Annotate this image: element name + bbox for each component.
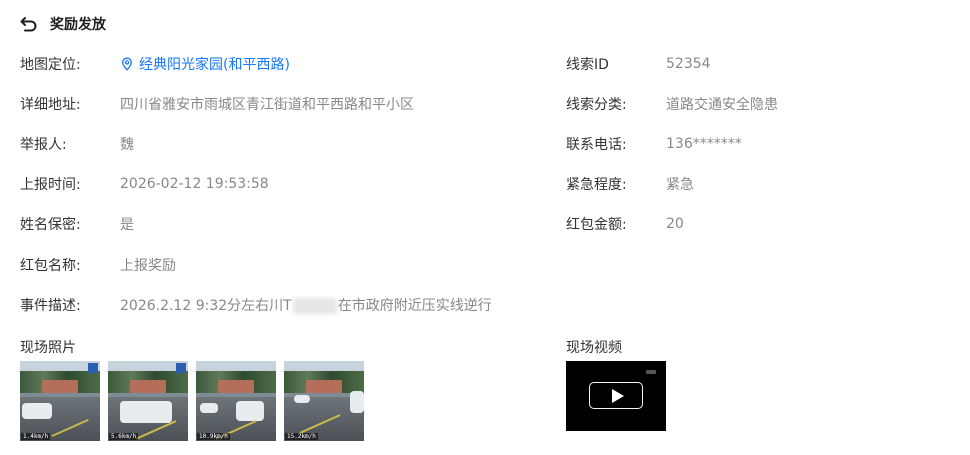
field-event-description: 事件描述: 2026.2.12 9:32分左右川T 在市政府附近压实线逆行 [20,295,492,315]
play-icon [611,388,624,403]
scene-photos: 1.4km/h 5.6km/h 10.9km/h 15.2km/h [20,361,364,441]
field-label: 事件描述: [20,298,81,314]
address-value: 四川省雅安市雨城区青江街道和平西路和平小区 [120,97,414,113]
field-label: 上报时间: [20,177,81,193]
photo-stamp: 10.9km/h [197,433,230,440]
field-map-location: 地图定位: 经典阳光家园(和平西路) [20,54,290,74]
field-label: 姓名保密: [20,217,81,233]
field-label: 地图定位: [20,57,81,73]
contact-phone-value: 136******* [666,136,742,152]
field-clue-id: 线索ID 52354 [566,54,711,74]
clue-id-value: 52354 [666,56,711,72]
scene-photo-1[interactable]: 1.4km/h [20,361,100,441]
urgency-value: 紧急 [666,177,694,193]
field-label: 联系电话: [566,137,627,153]
report-time-value: 2026-02-12 19:53:58 [120,176,269,192]
name-confidential-value: 是 [120,217,134,233]
video-indicator [646,370,656,374]
location-pin-icon [122,57,132,71]
field-address: 详细地址: 四川省雅安市雨城区青江街道和平西路和平小区 [20,94,414,114]
field-label: 线索分类: [566,97,627,113]
redpacket-name-value: 上报奖励 [120,258,176,274]
field-urgency: 紧急程度: 紧急 [566,174,694,194]
description-prefix: 2026.2.12 9:32分左右川T [120,298,292,314]
scene-video[interactable] [566,361,666,431]
scene-photo-3[interactable]: 10.9km/h [196,361,276,441]
scene-photo-4[interactable]: 15.2km/h [284,361,364,441]
field-redpacket-name: 红包名称: 上报奖励 [20,255,176,275]
video-play-button[interactable] [589,382,643,409]
road-sign-icon [88,363,98,373]
field-label: 红包名称: [20,258,81,274]
map-location-text: 经典阳光家园(和平西路) [139,57,290,73]
field-reporter: 举报人: 魏 [20,134,134,154]
video-section-title: 现场视频 [566,340,622,356]
page-title: 奖励发放 [50,17,106,33]
photo-stamp: 5.6km/h [109,433,139,440]
redpacket-amount-value: 20 [666,216,684,232]
field-label: 举报人: [20,137,67,153]
field-report-time: 上报时间: 2026-02-12 19:53:58 [20,174,269,194]
photo-stamp: 15.2km/h [285,433,318,440]
back-arrow-icon[interactable] [20,15,38,33]
field-label: 红包金额: [566,217,627,233]
scene-photo-2[interactable]: 5.6km/h [108,361,188,441]
field-contact-phone: 联系电话: 136******* [566,134,742,154]
photo-stamp: 1.4km/h [21,433,51,440]
field-clue-category: 线索分类: 道路交通安全隐患 [566,94,778,114]
field-label: 详细地址: [20,97,81,113]
clue-category-value: 道路交通安全隐患 [666,97,778,113]
description-suffix: 在市政府附近压实线逆行 [337,298,492,314]
reporter-value: 魏 [120,137,134,153]
road-sign-icon [176,363,186,373]
map-location-link[interactable]: 经典阳光家园(和平西路) [120,54,290,74]
redacted-plate [292,298,337,314]
event-description-value: 2026.2.12 9:32分左右川T 在市政府附近压实线逆行 [120,295,492,315]
field-label: 紧急程度: [566,177,627,193]
field-label: 线索ID [566,57,609,73]
back-header[interactable]: 奖励发放 [20,14,106,34]
field-redpacket-amount: 红包金额: 20 [566,214,684,234]
photos-section-title: 现场照片 [20,340,76,356]
field-name-confidential: 姓名保密: 是 [20,214,134,234]
